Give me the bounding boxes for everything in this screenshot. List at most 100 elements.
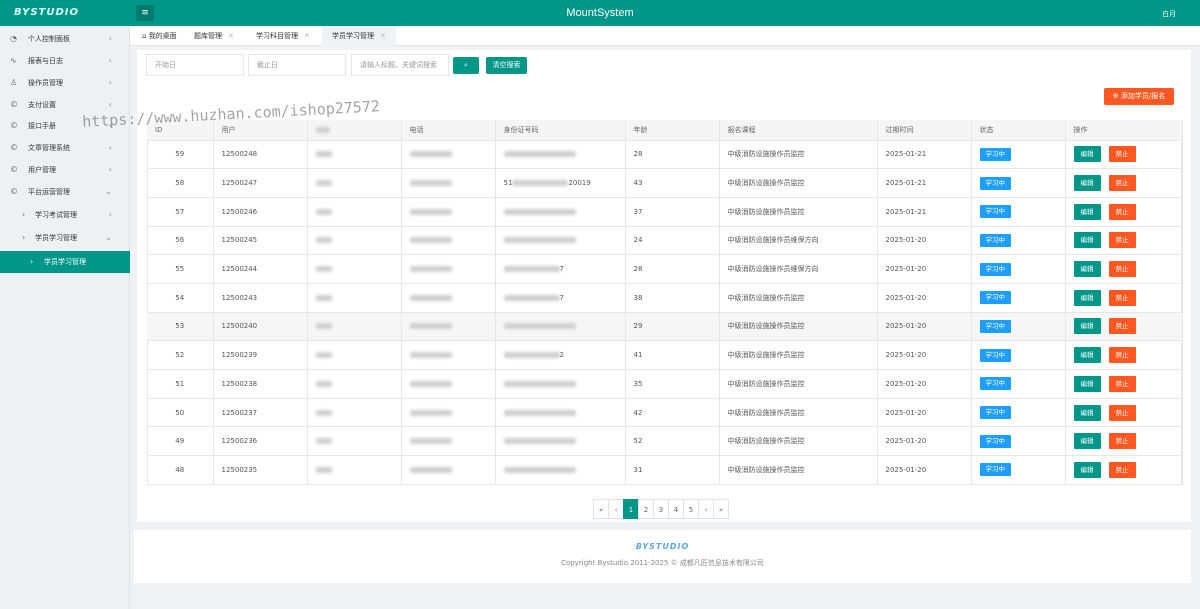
tab-home[interactable]: ⌂ 我的桌面	[138, 26, 181, 46]
cell-actions: 编辑 禁止	[1065, 455, 1183, 485]
redacted-phone	[409, 266, 452, 273]
sidebar-item-articles[interactable]: © 文章管理系统 ‹	[0, 137, 130, 159]
sidebar-item-label: 报表与日志	[28, 57, 63, 65]
sidebar-item-label: 支付设置	[28, 101, 56, 109]
cell-id-card	[495, 426, 626, 457]
col-actions: 操作	[1065, 120, 1183, 141]
cell-user: 12500248	[213, 140, 308, 170]
first-page-button[interactable]: «	[593, 499, 609, 519]
ban-button[interactable]: 禁止	[1108, 433, 1136, 450]
edit-button[interactable]: 编辑	[1073, 433, 1101, 450]
ban-button[interactable]: 禁止	[1108, 289, 1136, 306]
cell-status: 学习中	[971, 283, 1066, 313]
cell-status: 学习中	[971, 455, 1066, 485]
cell-status: 学习中	[971, 168, 1066, 198]
cell-id: 50	[147, 398, 214, 428]
edit-button[interactable]: 编辑	[1073, 375, 1101, 392]
chevron-right-icon: ›	[22, 233, 26, 242]
edit-button[interactable]: 编辑	[1073, 289, 1101, 306]
sidebar-item-label: 平台运营管理	[28, 188, 70, 196]
sidebar-item-student-study-active[interactable]: › 学员学习管理	[0, 251, 130, 273]
ban-button[interactable]: 禁止	[1108, 261, 1136, 278]
redacted-name	[315, 466, 332, 473]
close-icon[interactable]: ✕	[228, 32, 234, 40]
table-row: 59 12500248 28 中级消防设施操作员监控 2025-01-21 学习中 编辑 禁止	[147, 140, 1183, 170]
page-4-button[interactable]: 4	[668, 499, 684, 519]
ban-button[interactable]: 禁止	[1108, 375, 1136, 392]
cell-course: 中级消防设施操作员监控	[719, 398, 878, 428]
col-course: 报名课程	[719, 120, 878, 141]
ban-button[interactable]: 禁止	[1108, 347, 1136, 364]
cell-age: 35	[625, 369, 720, 399]
cell-status: 学习中	[971, 312, 1066, 342]
sidebar-subitem-study[interactable]: › 学员学习管理 ⌄	[0, 227, 130, 249]
cell-user: 12500236	[213, 426, 308, 457]
add-student-button[interactable]: ⊕ 添加学员/报名	[1104, 88, 1174, 105]
tab-subjects[interactable]: 学习科目管理 ✕	[248, 26, 318, 46]
edit-button[interactable]: 编辑	[1073, 318, 1101, 335]
table-row: 50 12500237 42 中级消防设施操作员监控 2025-01-20 学习中 编辑 禁止	[147, 398, 1183, 428]
sidebar-subitem-exam[interactable]: › 学习考试管理 ‹	[0, 204, 130, 226]
start-date-input[interactable]: 开始日	[146, 54, 244, 76]
id-card-suffix: 20019	[568, 179, 591, 188]
sidebar-item-label: 学员学习管理	[44, 258, 86, 266]
search-button[interactable]: ⌕	[453, 57, 479, 74]
status-badge: 学习中	[979, 205, 1011, 219]
next-page-button[interactable]: ›	[698, 499, 714, 519]
edit-button[interactable]: 编辑	[1073, 347, 1101, 364]
edit-button[interactable]: 编辑	[1073, 203, 1101, 220]
chevron-left-icon: ‹	[108, 143, 112, 152]
close-icon[interactable]: ✕	[380, 32, 386, 40]
ban-button[interactable]: 禁止	[1108, 232, 1136, 249]
redacted-name	[315, 352, 332, 359]
sidebar-item-users[interactable]: © 用户管理 ‹	[0, 159, 130, 181]
last-page-button[interactable]: »	[713, 499, 729, 519]
user-menu[interactable]: 白月	[1162, 9, 1176, 19]
sidebar-item-platform-ops[interactable]: © 平台运营管理 ⌄	[0, 181, 130, 203]
cell-course: 中级消防设施操作员监控	[719, 140, 878, 170]
chevron-left-icon: ‹	[108, 34, 112, 43]
tab-student-study[interactable]: 学员学习管理 ✕	[322, 26, 396, 46]
cell-course: 中级消防设施操作员监控	[719, 283, 878, 313]
footer-logo: BYSTUDIO	[635, 542, 690, 551]
sidebar-item-label: 学员学习管理	[35, 234, 77, 242]
page-1-button[interactable]: 1	[623, 499, 639, 519]
sidebar-item-dashboard[interactable]: ◔ 个人控制面板 ‹	[0, 28, 130, 50]
edit-button[interactable]: 编辑	[1073, 261, 1101, 278]
close-icon[interactable]: ✕	[304, 32, 310, 40]
cell-name	[307, 283, 402, 313]
end-date-input[interactable]: 截止日	[248, 54, 346, 76]
ban-button[interactable]: 禁止	[1108, 461, 1136, 478]
clear-search-button[interactable]: 清空搜索	[486, 57, 527, 74]
cell-status: 学习中	[971, 197, 1066, 227]
sidebar-item-reports[interactable]: ∿ 报表与日志 ‹	[0, 50, 130, 72]
top-bar: BYSTUDIO ≡ MountSystem 白月	[0, 0, 1200, 26]
ban-button[interactable]: 禁止	[1108, 318, 1136, 335]
cell-actions: 编辑 禁止	[1065, 369, 1183, 399]
ban-button[interactable]: 禁止	[1108, 203, 1136, 220]
cell-phone	[401, 312, 496, 342]
redacted-name	[315, 323, 332, 330]
edit-button[interactable]: 编辑	[1073, 146, 1101, 163]
tab-question-bank[interactable]: 题库管理 ✕	[188, 26, 240, 46]
ban-button[interactable]: 禁止	[1108, 175, 1136, 192]
col-id-card: 身份证号码	[495, 120, 626, 141]
edit-button[interactable]: 编辑	[1073, 175, 1101, 192]
redacted-id-card	[503, 151, 576, 158]
cell-phone	[401, 340, 496, 370]
edit-button[interactable]: 编辑	[1073, 461, 1101, 478]
sidebar-item-operators[interactable]: ♙ 操作员管理 ‹	[0, 72, 130, 94]
ban-button[interactable]: 禁止	[1108, 146, 1136, 163]
prev-page-button[interactable]: ‹	[608, 499, 624, 519]
edit-button[interactable]: 编辑	[1073, 404, 1101, 421]
keyword-search-input[interactable]: 请输入标题、关键词搜索	[351, 54, 449, 76]
redacted-phone	[409, 237, 452, 244]
page-2-button[interactable]: 2	[638, 499, 654, 519]
tab-label: 题库管理	[194, 32, 222, 40]
cell-status: 学习中	[971, 398, 1066, 428]
page-3-button[interactable]: 3	[653, 499, 669, 519]
cell-name	[307, 140, 402, 170]
page-5-button[interactable]: 5	[683, 499, 699, 519]
edit-button[interactable]: 编辑	[1073, 232, 1101, 249]
ban-button[interactable]: 禁止	[1108, 404, 1136, 421]
